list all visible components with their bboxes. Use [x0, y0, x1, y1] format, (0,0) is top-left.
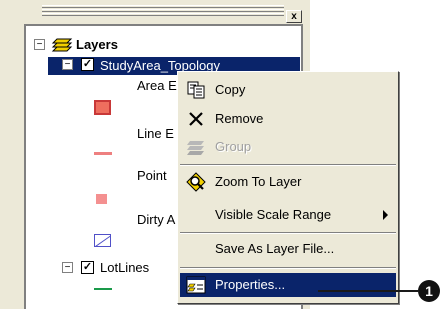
- close-button[interactable]: x: [286, 10, 302, 23]
- menu-separator: [180, 267, 396, 269]
- layers-label[interactable]: Layers: [76, 37, 118, 52]
- menu-label-copy: Copy: [215, 82, 246, 97]
- remove-icon: [189, 112, 203, 126]
- zoom-to-layer-icon: [186, 172, 206, 192]
- lotlines-layer-name[interactable]: LotLines: [100, 260, 149, 275]
- menu-item-copy[interactable]: Copy: [180, 78, 396, 102]
- drag-grip[interactable]: [42, 9, 284, 12]
- menu-item-visible-scale-range[interactable]: Visible Scale Range: [180, 203, 396, 227]
- window-left-border: [0, 24, 26, 309]
- menu-separator: [180, 164, 396, 166]
- line-symbol-icon: [94, 152, 112, 155]
- group-icon: [187, 141, 204, 155]
- lotline-symbol-icon: [94, 288, 112, 290]
- studyarea-visibility-checkbox[interactable]: ✓: [81, 58, 94, 71]
- menu-separator: [180, 232, 396, 234]
- menu-label-properties: Properties...: [215, 277, 286, 292]
- dirty-area-symbol-icon: [94, 234, 111, 247]
- legend-label-line: Line E: [137, 126, 174, 141]
- legend-label-area: Area E: [137, 78, 177, 93]
- drag-grip[interactable]: [42, 13, 284, 16]
- point-symbol-icon: [96, 194, 107, 204]
- legend-label-dirty-area: Dirty A: [137, 212, 176, 227]
- drag-grip[interactable]: [42, 5, 284, 8]
- properties-icon: [186, 276, 206, 294]
- lotlines-visibility-checkbox[interactable]: ✓: [81, 261, 94, 274]
- layers-icon: [51, 38, 73, 52]
- callout-leader-line: [318, 290, 418, 292]
- menu-label-visible-scale-range: Visible Scale Range: [215, 207, 332, 222]
- area-symbol-icon: [94, 100, 111, 115]
- legend-label-point: Point: [137, 168, 167, 183]
- menu-item-group[interactable]: Group: [180, 135, 396, 159]
- menu-label-remove: Remove: [215, 111, 264, 126]
- menu-item-save-as-layer-file[interactable]: Save As Layer File...: [180, 237, 396, 261]
- layers-collapse-toggle[interactable]: −: [34, 39, 45, 50]
- submenu-arrow-icon: [383, 210, 388, 220]
- copy-icon: [187, 81, 205, 99]
- lotlines-collapse-toggle[interactable]: −: [62, 262, 73, 273]
- menu-label-save-as-layer-file: Save As Layer File...: [215, 241, 335, 256]
- menu-label-group: Group: [215, 139, 252, 154]
- window-title-bar[interactable]: x: [0, 0, 310, 24]
- callout-number-badge: 1: [418, 280, 440, 302]
- menu-item-zoom-to-layer[interactable]: Zoom To Layer: [180, 170, 396, 194]
- menu-label-zoom-to-layer: Zoom To Layer: [215, 174, 302, 189]
- studyarea-collapse-toggle[interactable]: −: [62, 59, 73, 70]
- menu-item-remove[interactable]: Remove: [180, 107, 396, 131]
- menu-item-properties[interactable]: Properties...: [180, 273, 396, 297]
- layer-context-menu: Copy Remove Group Zoom To Layer Visible …: [177, 71, 399, 304]
